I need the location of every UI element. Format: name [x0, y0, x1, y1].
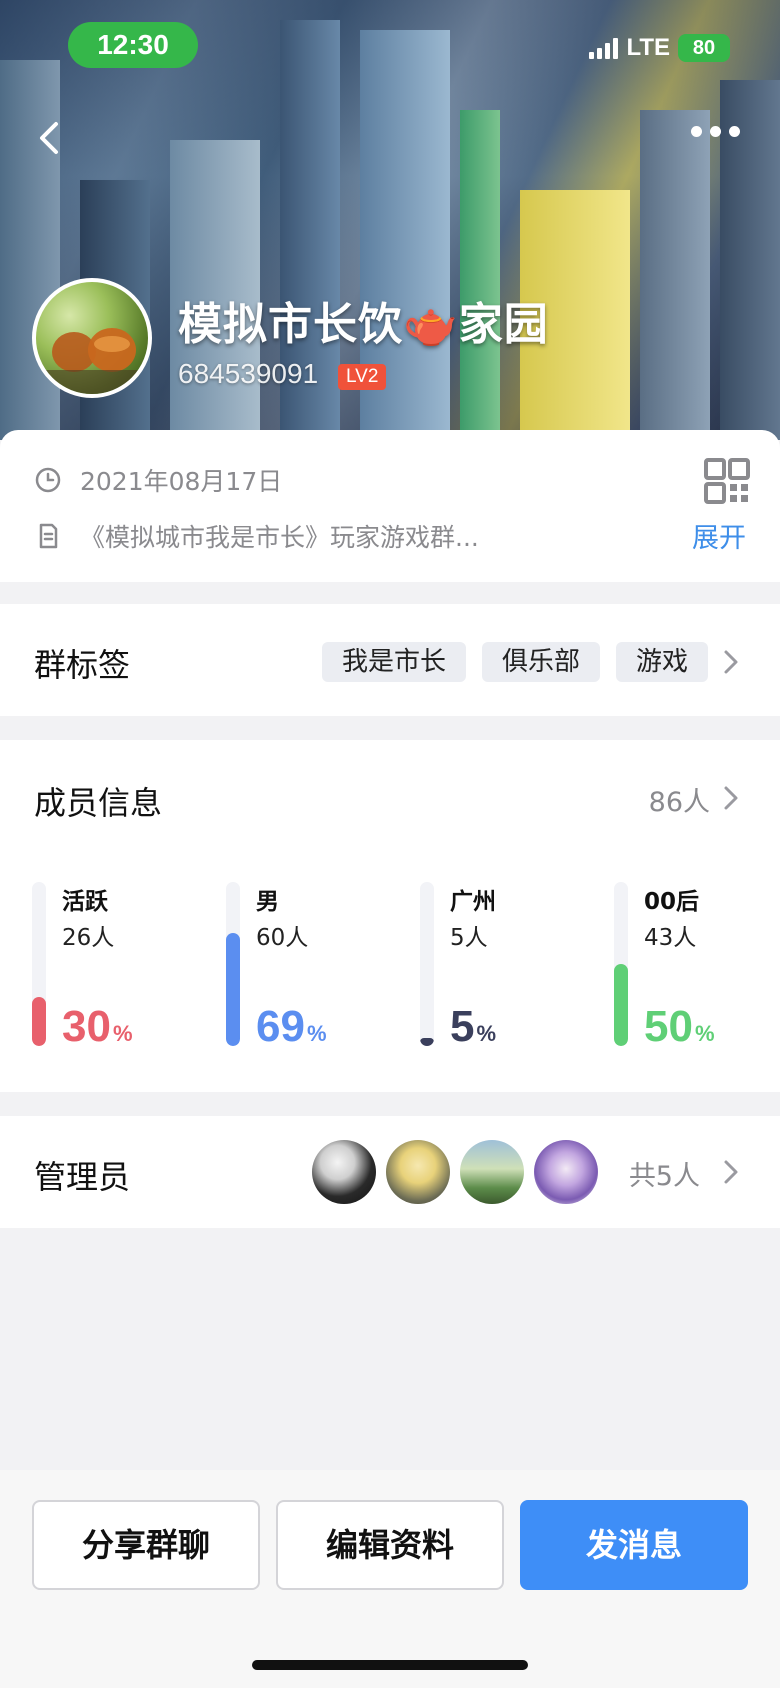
stat-bar-fill	[420, 1038, 434, 1046]
clock-icon	[35, 467, 61, 493]
group-info-card	[0, 430, 780, 582]
stat-gender: 男 60人 69%	[226, 882, 406, 1052]
level-badge: LV2	[338, 364, 387, 390]
building-shape	[640, 110, 710, 440]
stat-active: 活跃 26人 30%	[32, 882, 212, 1052]
members-title: 成员信息	[34, 784, 163, 822]
stat-percent: 5%	[450, 1002, 496, 1052]
tag-list: 我是市长 俱乐部 游戏	[321, 642, 708, 682]
tag-item[interactable]: 俱乐部	[481, 642, 600, 682]
percent-unit: %	[694, 1021, 715, 1046]
stat-label: 00后	[644, 889, 700, 915]
stat-percent-value: 30	[62, 1002, 111, 1051]
stat-bar-track	[614, 882, 628, 1046]
percent-unit: %	[112, 1021, 133, 1046]
send-message-button[interactable]: 发消息	[520, 1500, 748, 1590]
tags-title: 群标签	[34, 646, 131, 684]
group-avatar[interactable]	[32, 278, 152, 398]
tag-item[interactable]: 游戏	[615, 642, 708, 682]
stat-bar-track	[420, 882, 434, 1046]
document-icon	[39, 523, 58, 549]
building-shape	[460, 110, 500, 440]
admins-title: 管理员	[34, 1158, 131, 1196]
created-date: 2021年08月17日	[80, 467, 283, 496]
stat-bar-track	[32, 882, 46, 1046]
group-id: 684539091	[178, 358, 319, 389]
admin-avatar-list	[312, 1140, 598, 1204]
stat-count: 5人	[450, 925, 488, 951]
stat-label: 男	[256, 889, 279, 915]
stat-label: 活跃	[62, 889, 108, 915]
building-shape	[0, 60, 60, 440]
stat-percent: 69%	[256, 1002, 327, 1052]
battery-icon: 80	[678, 34, 730, 62]
percent-unit: %	[476, 1021, 497, 1046]
share-group-button[interactable]: 分享群聊	[32, 1500, 260, 1590]
signal-icon	[589, 37, 619, 59]
stat-count: 60人	[256, 925, 309, 951]
group-name: 模拟市长饮🫖家园	[178, 299, 549, 350]
avatar[interactable]	[460, 1140, 524, 1204]
stat-bar-track	[226, 882, 240, 1046]
status-time: 12:30	[68, 22, 198, 68]
back-icon[interactable]	[30, 118, 70, 158]
tag-item[interactable]: 我是市长	[321, 642, 466, 682]
stat-label: 广州	[450, 889, 496, 915]
chevron-right-icon[interactable]	[722, 1158, 740, 1186]
battery-level: 80	[692, 37, 716, 59]
avatar[interactable]	[386, 1140, 450, 1204]
stat-location: 广州 5人 5%	[420, 882, 600, 1052]
description-row: 《模拟城市我是市长》玩家游戏群...	[34, 518, 479, 554]
percent-unit: %	[306, 1021, 327, 1046]
stat-percent: 30%	[62, 1002, 133, 1052]
stat-count: 26人	[62, 925, 115, 951]
avatar[interactable]	[312, 1140, 376, 1204]
avatar[interactable]	[534, 1140, 598, 1204]
more-options-icon[interactable]	[691, 126, 740, 137]
edit-profile-button[interactable]: 编辑资料	[276, 1500, 504, 1590]
stat-percent-value: 50	[644, 1002, 693, 1051]
home-indicator[interactable]	[252, 1660, 528, 1670]
stat-percent-value: 5	[450, 1002, 475, 1051]
admin-count[interactable]: 共5人	[629, 1154, 700, 1193]
status-indicators: LTE 80	[589, 34, 730, 62]
stat-percent-value: 69	[256, 1002, 305, 1051]
group-header-banner: 12:30 LTE 80 模拟市长饮🫖家园 684539091 LV2	[0, 0, 780, 440]
stat-bar-fill	[226, 933, 240, 1046]
network-label: LTE	[626, 34, 670, 61]
chevron-right-icon[interactable]	[722, 784, 740, 812]
stat-count: 43人	[644, 925, 697, 951]
chevron-right-icon[interactable]	[722, 648, 740, 676]
member-count[interactable]: 86人	[649, 780, 710, 819]
expand-link[interactable]: 展开	[692, 516, 746, 555]
qr-code-icon[interactable]	[704, 458, 750, 504]
stat-bar-fill	[32, 997, 46, 1046]
stat-age: 00后 43人 50%	[614, 882, 780, 1052]
stat-percent: 50%	[644, 1002, 715, 1052]
stat-bar-fill	[614, 964, 628, 1046]
created-date-row: 2021年08月17日	[34, 462, 282, 498]
group-description: 《模拟城市我是市长》玩家游戏群...	[80, 523, 479, 552]
